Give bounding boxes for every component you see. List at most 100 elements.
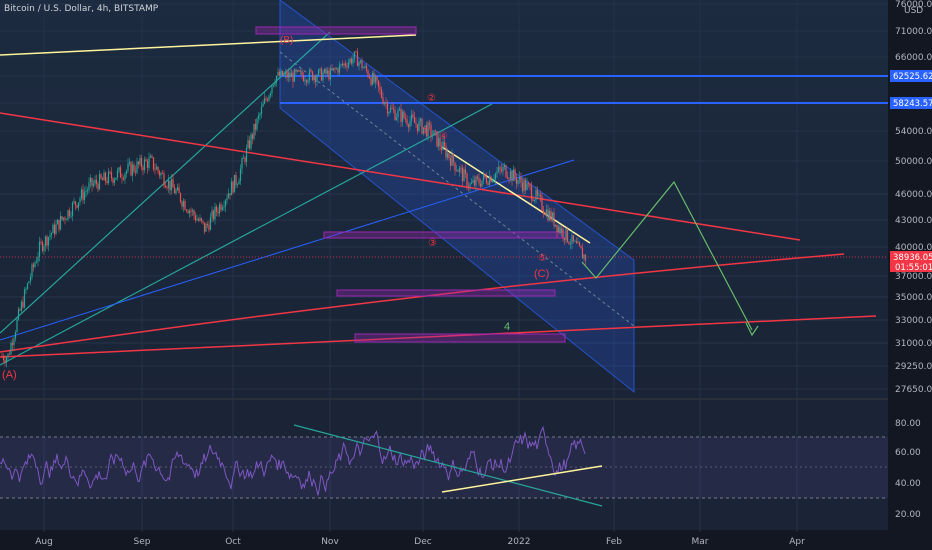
candle-body	[58, 219, 60, 230]
candle-body	[553, 212, 555, 227]
candle-body	[433, 130, 435, 136]
price-tick-label: 54000.00	[895, 127, 932, 137]
countdown-tag: 01:55:01	[895, 263, 932, 273]
candle-body	[244, 157, 246, 162]
candle-body	[548, 210, 551, 221]
candle-body	[217, 211, 219, 214]
candle-body	[226, 198, 228, 201]
candle-body	[395, 117, 398, 121]
candle-body	[337, 68, 339, 73]
level-tag-1: 62525.62	[893, 72, 932, 82]
candle-body	[266, 99, 269, 101]
candle-body	[328, 70, 330, 80]
candle-body	[49, 235, 51, 238]
candle-body	[571, 235, 573, 244]
purple-zone-top[interactable]	[255, 26, 417, 35]
candle-body	[247, 140, 249, 148]
candle-body	[149, 156, 152, 158]
candle-body	[199, 218, 201, 221]
candle-body	[539, 194, 542, 197]
candle-body	[341, 63, 344, 66]
price-chart[interactable]: (A) (B) (C) ① ② ③ ④ ⑤ 4 Bitcoin / U.S. D…	[0, 0, 932, 550]
candle-body	[467, 187, 470, 188]
candle-body	[22, 301, 24, 308]
candle-body	[125, 170, 128, 174]
candle-body	[91, 177, 93, 186]
candle-body	[287, 72, 290, 78]
candle-body	[580, 245, 582, 249]
candle-body	[236, 184, 239, 186]
candle-body	[161, 173, 164, 174]
candle-body	[455, 170, 458, 172]
candle-body	[565, 228, 567, 241]
candle-body	[269, 92, 272, 96]
candle-body	[452, 153, 455, 163]
candle-body	[245, 147, 248, 162]
candle-body	[197, 219, 200, 221]
candle-body	[155, 166, 158, 170]
candle-body	[544, 213, 546, 216]
candle-body	[13, 338, 15, 346]
candle-body	[8, 353, 11, 355]
candle-body	[148, 157, 150, 168]
candle-body	[127, 163, 129, 171]
candle-body	[335, 68, 338, 70]
candle-body	[202, 220, 204, 223]
candle-body	[358, 62, 360, 67]
candle-body	[25, 288, 27, 290]
candle-body	[179, 193, 182, 202]
time-tick-label: Aug	[35, 537, 53, 547]
candle-body	[431, 135, 434, 137]
candle-body	[31, 264, 33, 278]
candle-body	[254, 123, 257, 130]
candle-body	[190, 210, 192, 212]
candle-body	[271, 86, 273, 93]
candle-body	[142, 167, 144, 171]
candle-body	[364, 65, 366, 68]
candle-body	[218, 204, 221, 214]
purple-zone-low[interactable]	[336, 289, 556, 297]
candle-body	[169, 180, 171, 191]
candle-body	[121, 177, 123, 179]
candle-body	[1, 356, 3, 357]
candle-body	[101, 178, 104, 181]
candle-body	[449, 157, 452, 166]
candle-body	[320, 68, 323, 81]
rsi-tick-label: 20.00	[895, 510, 921, 520]
candle-body	[346, 65, 348, 68]
candle-body	[470, 182, 473, 184]
price-tick-label: 71000.00	[895, 27, 932, 37]
candle-body	[445, 146, 447, 158]
candle-body	[188, 210, 191, 214]
candle-body	[331, 68, 333, 71]
candle-body	[560, 228, 563, 233]
candle-body	[146, 160, 149, 168]
candle-body	[262, 103, 264, 107]
price-tick-label: 35000.00	[895, 293, 932, 303]
candle-body	[481, 180, 483, 187]
candle-body	[214, 206, 216, 220]
candle-body	[232, 181, 234, 193]
candle-body	[415, 122, 417, 125]
candle-body	[488, 176, 491, 185]
candle-body	[76, 205, 78, 208]
candle-body	[524, 180, 527, 191]
candle-body	[316, 75, 318, 82]
candle-body	[151, 156, 153, 158]
candle-body	[490, 176, 492, 183]
candle-body	[463, 169, 465, 182]
candle-body	[391, 107, 393, 109]
purple-zone-bottom[interactable]	[354, 333, 566, 343]
candle-body	[95, 179, 98, 184]
candle-body	[529, 183, 531, 187]
candle-body	[194, 215, 197, 221]
candle-body	[229, 193, 231, 196]
candle-body	[304, 80, 306, 82]
candle-body	[221, 207, 224, 210]
candle-body	[53, 224, 56, 234]
candle-body	[67, 210, 69, 220]
candle-body	[550, 210, 552, 221]
candle-body	[79, 198, 81, 203]
purple-zone-mid[interactable]	[323, 231, 567, 239]
candle-body	[19, 309, 21, 311]
